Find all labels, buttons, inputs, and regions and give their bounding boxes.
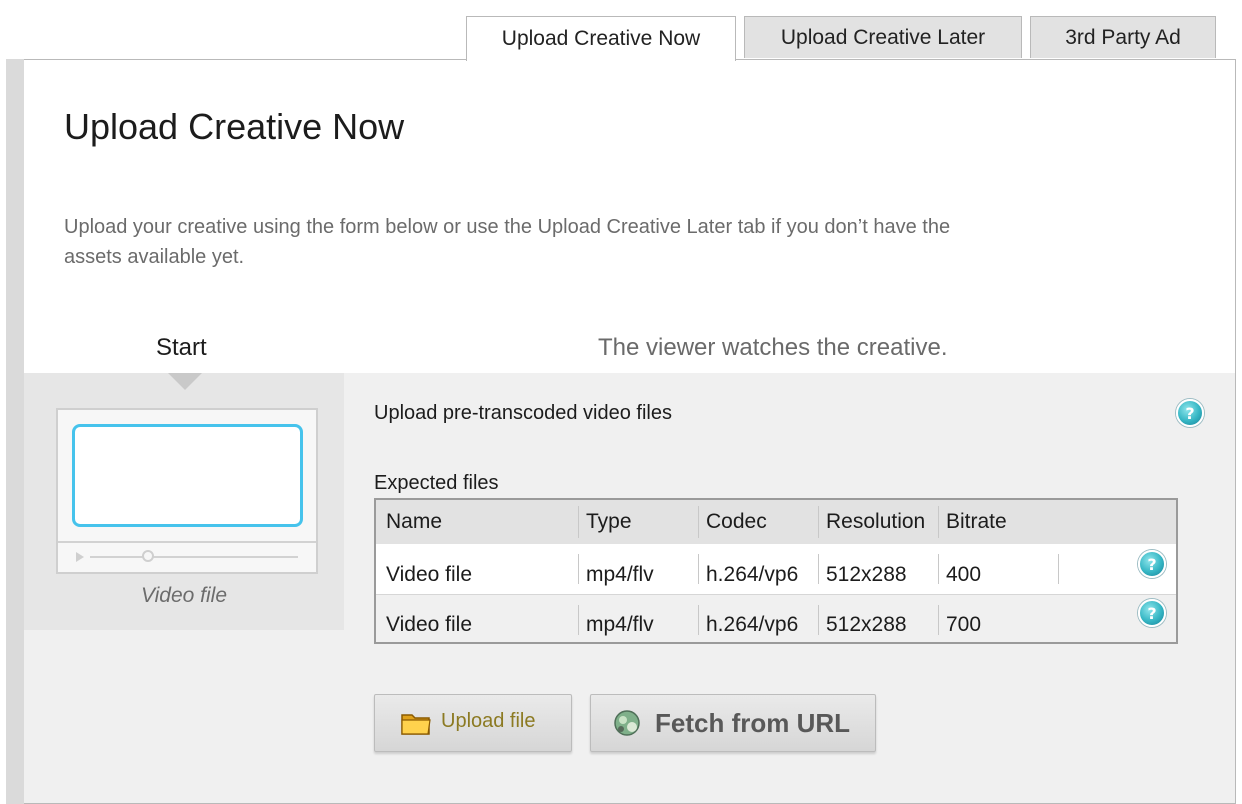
help-icon[interactable]: ? xyxy=(1138,599,1166,627)
column-divider xyxy=(1058,554,1059,584)
cell-type: mp4/flv xyxy=(586,612,654,636)
video-screen xyxy=(72,424,303,527)
step-pointer xyxy=(168,373,202,390)
help-icon[interactable]: ? xyxy=(1176,399,1204,427)
upload-file-button[interactable]: Upload file xyxy=(374,694,572,752)
cell-resolution: 512x288 xyxy=(826,612,907,636)
cell-bitrate: 400 xyxy=(946,563,982,586)
page-title: Upload Creative Now xyxy=(64,106,405,147)
cell-name: Video file xyxy=(386,563,473,586)
panel-left-strip xyxy=(6,59,24,804)
preview-caption: Video file xyxy=(140,584,227,607)
tab-3rd-party-ad[interactable]: 3rd Party Ad xyxy=(1030,16,1216,58)
globe-icon xyxy=(614,710,640,736)
cell-resolution: 512x288 xyxy=(826,563,907,586)
table-header-row: Name Type Codec Resolution Bitrate xyxy=(376,500,1176,544)
folder-icon xyxy=(401,714,431,735)
scrub-knob xyxy=(142,550,154,562)
help-icon[interactable]: ? xyxy=(1138,550,1166,578)
table-row: Video file mp4/flv h.264/vp6 512x288 700 xyxy=(376,594,1176,642)
cell-type: mp4/flv xyxy=(586,563,654,586)
upload-file-label: Upload file xyxy=(441,710,536,732)
fetch-from-url-label: Fetch from URL xyxy=(655,708,850,738)
column-header-type: Type xyxy=(586,510,632,533)
scrub-bar xyxy=(90,556,298,558)
expected-files-label: Expected files xyxy=(374,472,499,494)
upload-heading: Upload pre-transcoded video files xyxy=(374,402,672,424)
column-header-name: Name xyxy=(386,510,443,533)
play-icon xyxy=(76,552,84,562)
tab-upload-creative-later[interactable]: Upload Creative Later xyxy=(744,16,1022,58)
fetch-from-url-button[interactable]: Fetch from URL xyxy=(590,694,876,752)
tab-bar: Upload Creative Now Upload Creative Late… xyxy=(0,16,1242,61)
column-header-codec: Codec xyxy=(706,510,767,533)
tab-upload-creative-now[interactable]: Upload Creative Now xyxy=(466,16,736,61)
cell-codec: h.264/vp6 xyxy=(706,563,799,586)
column-header-bitrate: Bitrate xyxy=(946,510,1007,533)
step-description: The viewer watches the creative. xyxy=(598,334,948,361)
intro-text: Upload your creative using the form belo… xyxy=(64,216,951,268)
cell-bitrate: 700 xyxy=(946,612,982,636)
column-header-resolution: Resolution xyxy=(826,510,926,533)
table-row: Video file mp4/flv h.264/vp6 512x288 400 xyxy=(376,544,1176,594)
expected-files-table: Name Type Codec Resolution Bitrate Video… xyxy=(374,498,1178,644)
cell-name: Video file xyxy=(386,612,473,636)
step-label: Start xyxy=(156,334,207,361)
cell-codec: h.264/vp6 xyxy=(706,612,799,636)
